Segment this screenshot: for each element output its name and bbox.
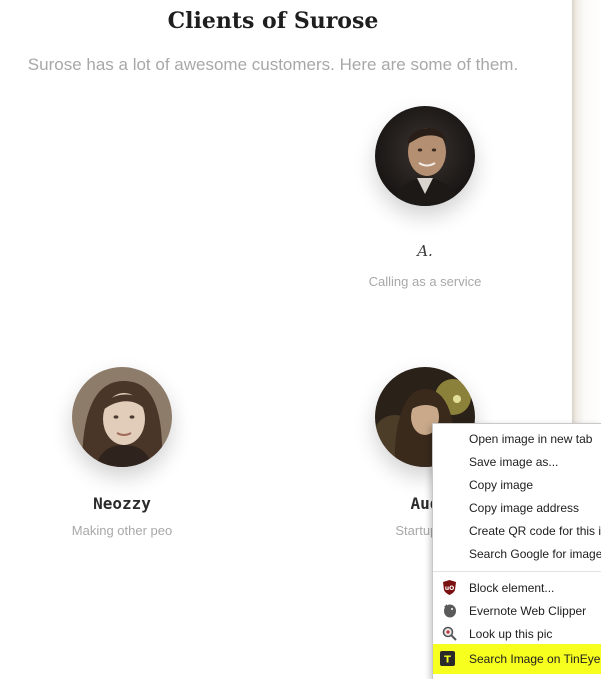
menu-item-label: Copy image bbox=[469, 478, 534, 492]
menu-item-label: Search Image on TinEye bbox=[469, 652, 601, 666]
menu-item-look-up-this-pic[interactable]: Look up this pic bbox=[433, 623, 601, 645]
client-role: Calling as a service bbox=[368, 274, 482, 289]
menu-item-search-tineye[interactable]: T Search Image on TinEye bbox=[433, 644, 601, 674]
menu-item-copy-image[interactable]: Copy image bbox=[433, 474, 601, 496]
client-name: Neozzy bbox=[93, 494, 151, 513]
menu-item-block-element[interactable]: uO Block element... bbox=[433, 577, 601, 599]
menu-item-label: Save image as... bbox=[469, 455, 559, 469]
evernote-elephant-icon bbox=[442, 603, 457, 618]
menu-separator bbox=[433, 571, 601, 572]
menu-item-label: Search Google for image bbox=[469, 547, 601, 561]
menu-item-label: Copy image address bbox=[469, 501, 580, 515]
menu-item-label: Open image in new tab bbox=[469, 432, 593, 446]
client-signature: A. bbox=[417, 242, 433, 260]
client-avatar[interactable] bbox=[72, 367, 172, 467]
menu-item-save-image-as[interactable]: Save image as... bbox=[433, 451, 601, 473]
menu-item-label: Look up this pic bbox=[469, 627, 553, 641]
client-avatar[interactable] bbox=[375, 106, 475, 206]
page-subtitle: Surose has a lot of awesome customers. H… bbox=[27, 55, 519, 74]
client-role: Making other peo bbox=[71, 523, 173, 538]
ublock-shield-icon: uO bbox=[442, 580, 457, 595]
svg-text:uO: uO bbox=[445, 585, 454, 592]
menu-item-open-image-new-tab[interactable]: Open image in new tab bbox=[433, 428, 601, 450]
client-card: A. Calling as a service bbox=[325, 106, 525, 289]
menu-item-search-google-image[interactable]: Search Google for image bbox=[433, 543, 601, 565]
tineye-t-icon: T bbox=[440, 651, 455, 666]
menu-item-create-qr-code[interactable]: Create QR code for this i bbox=[433, 520, 601, 542]
context-menu: Open image in new tab Save image as... C… bbox=[432, 423, 601, 679]
page-title: Clients of Surose bbox=[167, 8, 379, 34]
menu-item-label: Create QR code for this i bbox=[469, 524, 601, 538]
menu-item-copy-image-address[interactable]: Copy image address bbox=[433, 497, 601, 519]
svg-text:T: T bbox=[444, 655, 451, 666]
menu-item-label: Evernote Web Clipper bbox=[469, 604, 587, 618]
client-card: Neozzy Making other peo bbox=[22, 367, 222, 538]
magnifier-lookup-icon bbox=[442, 626, 457, 641]
menu-item-evernote-web-clipper[interactable]: Evernote Web Clipper bbox=[433, 600, 601, 622]
menu-item-label: Block element... bbox=[469, 581, 555, 595]
